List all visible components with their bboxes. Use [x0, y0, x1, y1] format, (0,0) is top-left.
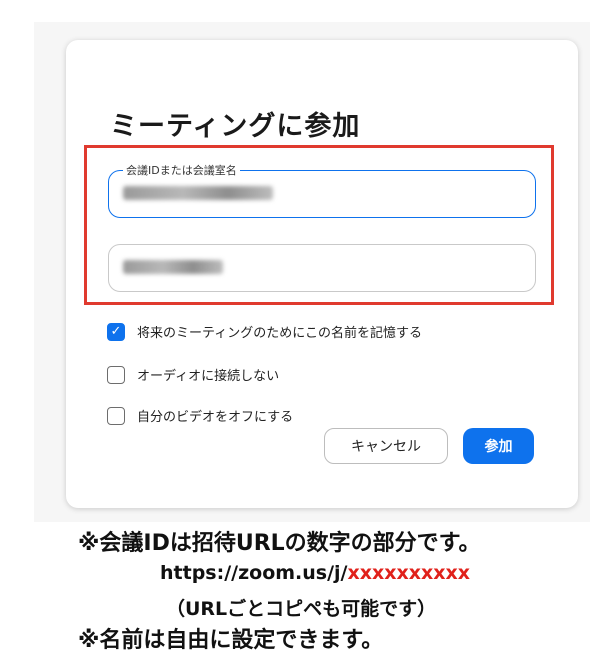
name-input[interactable] [108, 244, 536, 292]
checkmark-icon: ✓ [110, 324, 122, 339]
note-url: https://zoom.us/j/xxxxxxxxxx [160, 562, 470, 584]
meeting-id-input[interactable]: 会議IDまたは会議室名 [108, 162, 536, 218]
video-off-option[interactable]: 自分のビデオをオフにする [107, 406, 293, 425]
remember-name-checkbox[interactable]: ✓ [107, 322, 125, 341]
no-audio-option[interactable]: オーディオに接続しない [107, 365, 279, 384]
meeting-id-redacted-value [123, 186, 273, 200]
url-prefix: https://zoom.us/j/ [160, 562, 348, 584]
meeting-id-label: 会議IDまたは会議室名 [123, 162, 240, 178]
video-off-label: 自分のビデオをオフにする [137, 410, 294, 425]
no-audio-label: オーディオに接続しない [137, 369, 280, 384]
remember-name-option[interactable]: ✓ 将来のミーティングのためにこの名前を記憶する [107, 322, 422, 341]
note-meeting-id: ※会議IDは招待URLの数字の部分です。 [78, 531, 481, 556]
name-redacted-value [123, 260, 223, 274]
note-name: ※名前は自由に設定できます。 [78, 628, 384, 653]
cancel-button[interactable]: キャンセル [324, 428, 448, 464]
dialog-title: ミーティングに参加 [110, 111, 361, 142]
remember-name-label: 将来のミーティングのためにこの名前を記憶する [137, 326, 422, 341]
video-off-checkbox[interactable] [107, 406, 125, 425]
url-placeholder: xxxxxxxxxx [347, 562, 471, 584]
note-copy-paste: （URLごとコピペも可能です） [166, 598, 437, 620]
join-button[interactable]: 参加 [463, 428, 534, 464]
no-audio-checkbox[interactable] [107, 365, 125, 384]
